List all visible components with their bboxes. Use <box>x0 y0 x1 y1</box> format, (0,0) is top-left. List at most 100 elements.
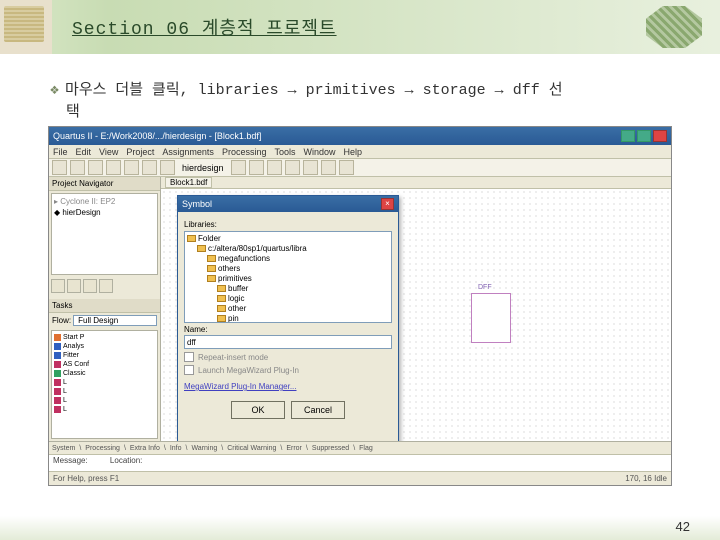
message-tabs: System\ Processing\ Extra Info\ Info\ Wa… <box>49 442 671 455</box>
checkbox-icon[interactable] <box>184 365 194 375</box>
cancel-button[interactable]: Cancel <box>291 401 345 419</box>
tool-line-icon[interactable] <box>83 279 97 293</box>
menu-tools[interactable]: Tools <box>274 147 295 157</box>
status-left: For Help, press F1 <box>53 474 119 483</box>
menu-bar: File Edit View Project Assignments Proce… <box>49 145 671 159</box>
folder-icon <box>217 295 226 302</box>
tb-open-icon[interactable] <box>70 160 85 175</box>
navigator-title: Project Navigator <box>49 177 160 191</box>
tab-block1[interactable]: Block1.bdf <box>165 177 212 188</box>
task-row: L <box>54 378 155 387</box>
dff-symbol[interactable]: DFF <box>471 293 511 343</box>
nav-item-design[interactable]: ◆ hierDesign <box>54 207 155 218</box>
task-arrow-icon <box>54 361 61 368</box>
dialog-close-icon[interactable]: × <box>381 198 394 210</box>
msgtab-processing[interactable]: Processing <box>85 445 120 452</box>
menu-processing[interactable]: Processing <box>222 147 267 157</box>
msgtab-critical[interactable]: Critical Warning <box>227 445 276 452</box>
folder-icon <box>217 305 226 312</box>
menu-edit[interactable]: Edit <box>76 147 92 157</box>
menu-file[interactable]: File <box>53 147 68 157</box>
app-titlebar: Quartus II - E:/Work2008/.../hierdesign … <box>49 127 671 145</box>
header-photo <box>0 0 52 54</box>
nav-item-device[interactable]: ▸ Cyclone II: EP2 <box>54 196 155 207</box>
flow-select[interactable]: Full Design <box>73 315 157 326</box>
libraries-label: Libraries: <box>184 220 392 229</box>
tb-print-icon[interactable] <box>106 160 121 175</box>
libraries-tree[interactable]: Folder c:/altera/80sp1/quartus/libra meg… <box>184 231 392 323</box>
megawizard-link[interactable]: MegaWizard Plug-In Manager... <box>184 382 297 391</box>
task-arrow-icon <box>54 352 61 359</box>
msgtab-suppressed[interactable]: Suppressed <box>312 445 349 452</box>
tree-node: primitives <box>187 274 389 284</box>
msgtab-error[interactable]: Error <box>286 445 302 452</box>
tb-timing-icon[interactable] <box>267 160 282 175</box>
block-tools <box>49 277 160 299</box>
tree-node: other <box>187 304 389 314</box>
tool-pointer-icon[interactable] <box>51 279 65 293</box>
folder-icon <box>187 235 196 242</box>
tool-text-icon[interactable] <box>67 279 81 293</box>
section-title: Section 06 계층적 프로젝트 <box>72 14 337 40</box>
tb-extra1-icon[interactable] <box>303 160 318 175</box>
folder-icon <box>207 255 216 262</box>
folder-icon <box>217 315 226 322</box>
tree-node: buffer <box>187 284 389 294</box>
tb-prog-icon[interactable] <box>285 160 300 175</box>
tb-new-icon[interactable] <box>52 160 67 175</box>
dialog-titlebar[interactable]: Symbol × <box>178 196 398 212</box>
tb-cut-icon[interactable] <box>124 160 139 175</box>
location-label: Location: <box>110 456 142 465</box>
tb-compile-icon[interactable] <box>231 160 246 175</box>
close-button[interactable] <box>653 130 667 142</box>
header-cube-icon <box>646 6 702 48</box>
menu-assignments[interactable]: Assignments <box>162 147 214 157</box>
tasks-list[interactable]: Start P Analys Fitter AS Conf Classic L … <box>51 330 158 439</box>
tb-extra2-icon[interactable] <box>321 160 336 175</box>
doc-tabs: Block1.bdf <box>161 177 671 189</box>
repeat-check[interactable]: Repeat-insert mode <box>184 352 392 362</box>
menu-window[interactable]: Window <box>303 147 335 157</box>
flow-row: Flow: Full Design <box>49 313 160 328</box>
task-row: Analys <box>54 342 155 351</box>
msgtab-extra[interactable]: Extra Info <box>130 445 160 452</box>
tb-paste-icon[interactable] <box>160 160 175 175</box>
msgtab-warning[interactable]: Warning <box>191 445 217 452</box>
msgtab-system[interactable]: System <box>52 445 75 452</box>
task-row: Classic <box>54 369 155 378</box>
menu-help[interactable]: Help <box>344 147 363 157</box>
bullet-continuation: 택 <box>66 100 80 121</box>
dialog-title: Symbol <box>182 199 212 209</box>
tb-save-icon[interactable] <box>88 160 103 175</box>
task-row: L <box>54 396 155 405</box>
tree-node: pin <box>187 314 389 323</box>
message-label: Message: <box>53 456 88 465</box>
ok-button[interactable]: OK <box>231 401 285 419</box>
launch-check[interactable]: Launch MegaWizard Plug-In <box>184 365 392 375</box>
msgtab-info[interactable]: Info <box>170 445 182 452</box>
tree-root: Folder <box>187 234 389 244</box>
tb-copy-icon[interactable] <box>142 160 157 175</box>
tool-zoom-icon[interactable] <box>99 279 113 293</box>
menu-view[interactable]: View <box>99 147 118 157</box>
task-row: Start P <box>54 333 155 342</box>
folder-icon <box>197 245 206 252</box>
bullet-line: ❖마우스 더블 클릭, libraries → primitives → sto… <box>50 78 680 99</box>
tb-extra3-icon[interactable] <box>339 160 354 175</box>
navigator-body[interactable]: ▸ Cyclone II: EP2 ◆ hierDesign <box>51 193 158 275</box>
flow-label: Flow: <box>52 316 71 325</box>
maximize-button[interactable] <box>637 130 651 142</box>
menu-project[interactable]: Project <box>126 147 154 157</box>
dialog-body: Libraries: Folder c:/altera/80sp1/quartu… <box>178 212 398 425</box>
task-arrow-icon <box>54 343 61 350</box>
msgtab-flag[interactable]: Flag <box>359 445 373 452</box>
status-right: 170, 16 Idle <box>625 474 667 483</box>
bullet-text: 마우스 더블 클릭, libraries → primitives → stor… <box>65 82 562 99</box>
task-row: Fitter <box>54 351 155 360</box>
name-input[interactable] <box>184 335 392 349</box>
name-label: Name: <box>184 325 392 334</box>
tasks-title: Tasks <box>49 299 160 313</box>
checkbox-icon[interactable] <box>184 352 194 362</box>
minimize-button[interactable] <box>621 130 635 142</box>
tb-sim-icon[interactable] <box>249 160 264 175</box>
